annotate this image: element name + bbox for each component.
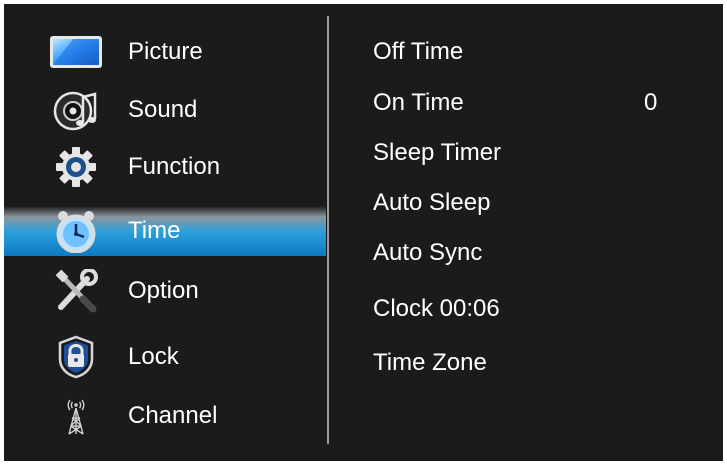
menu-item-sound[interactable]: Sound <box>4 85 326 135</box>
lock-icon <box>48 335 104 379</box>
tv-menu-screen: Picture Sound Function Time Option Lock … <box>4 4 723 461</box>
divider <box>327 16 329 444</box>
clock-icon <box>48 209 104 253</box>
on-time-item[interactable]: On Time <box>373 89 464 117</box>
sound-icon <box>48 88 104 132</box>
menu-item-label: Time <box>128 217 181 244</box>
auto-sync-item[interactable]: Auto Sync <box>373 239 482 267</box>
menu-item-option[interactable]: Option <box>4 266 326 316</box>
antenna-icon <box>48 394 104 438</box>
menu-item-time[interactable]: Time <box>4 206 326 256</box>
menu-item-function[interactable]: Function <box>4 142 326 192</box>
off-time-item[interactable]: Off Time <box>373 38 463 66</box>
menu-item-label: Picture <box>128 38 203 65</box>
picture-icon <box>48 30 104 74</box>
menu-item-picture[interactable]: Picture <box>4 27 326 77</box>
menu-item-label: Channel <box>128 402 218 429</box>
sleep-timer-item[interactable]: Sleep Timer <box>373 139 501 167</box>
menu-item-label: Lock <box>128 343 179 370</box>
on-time-value: 0 <box>644 89 658 116</box>
clock-item[interactable]: Clock 00:06 <box>373 295 500 323</box>
auto-sleep-item[interactable]: Auto Sleep <box>373 189 490 217</box>
tools-icon <box>48 269 104 313</box>
time-zone-item[interactable]: Time Zone <box>373 349 487 377</box>
gear-icon <box>48 145 104 189</box>
menu-item-label: Function <box>128 153 221 180</box>
menu-item-lock[interactable]: Lock <box>4 332 326 382</box>
menu-item-label: Sound <box>128 96 198 123</box>
menu-item-channel[interactable]: Channel <box>4 391 326 441</box>
menu-item-label: Option <box>128 277 199 304</box>
